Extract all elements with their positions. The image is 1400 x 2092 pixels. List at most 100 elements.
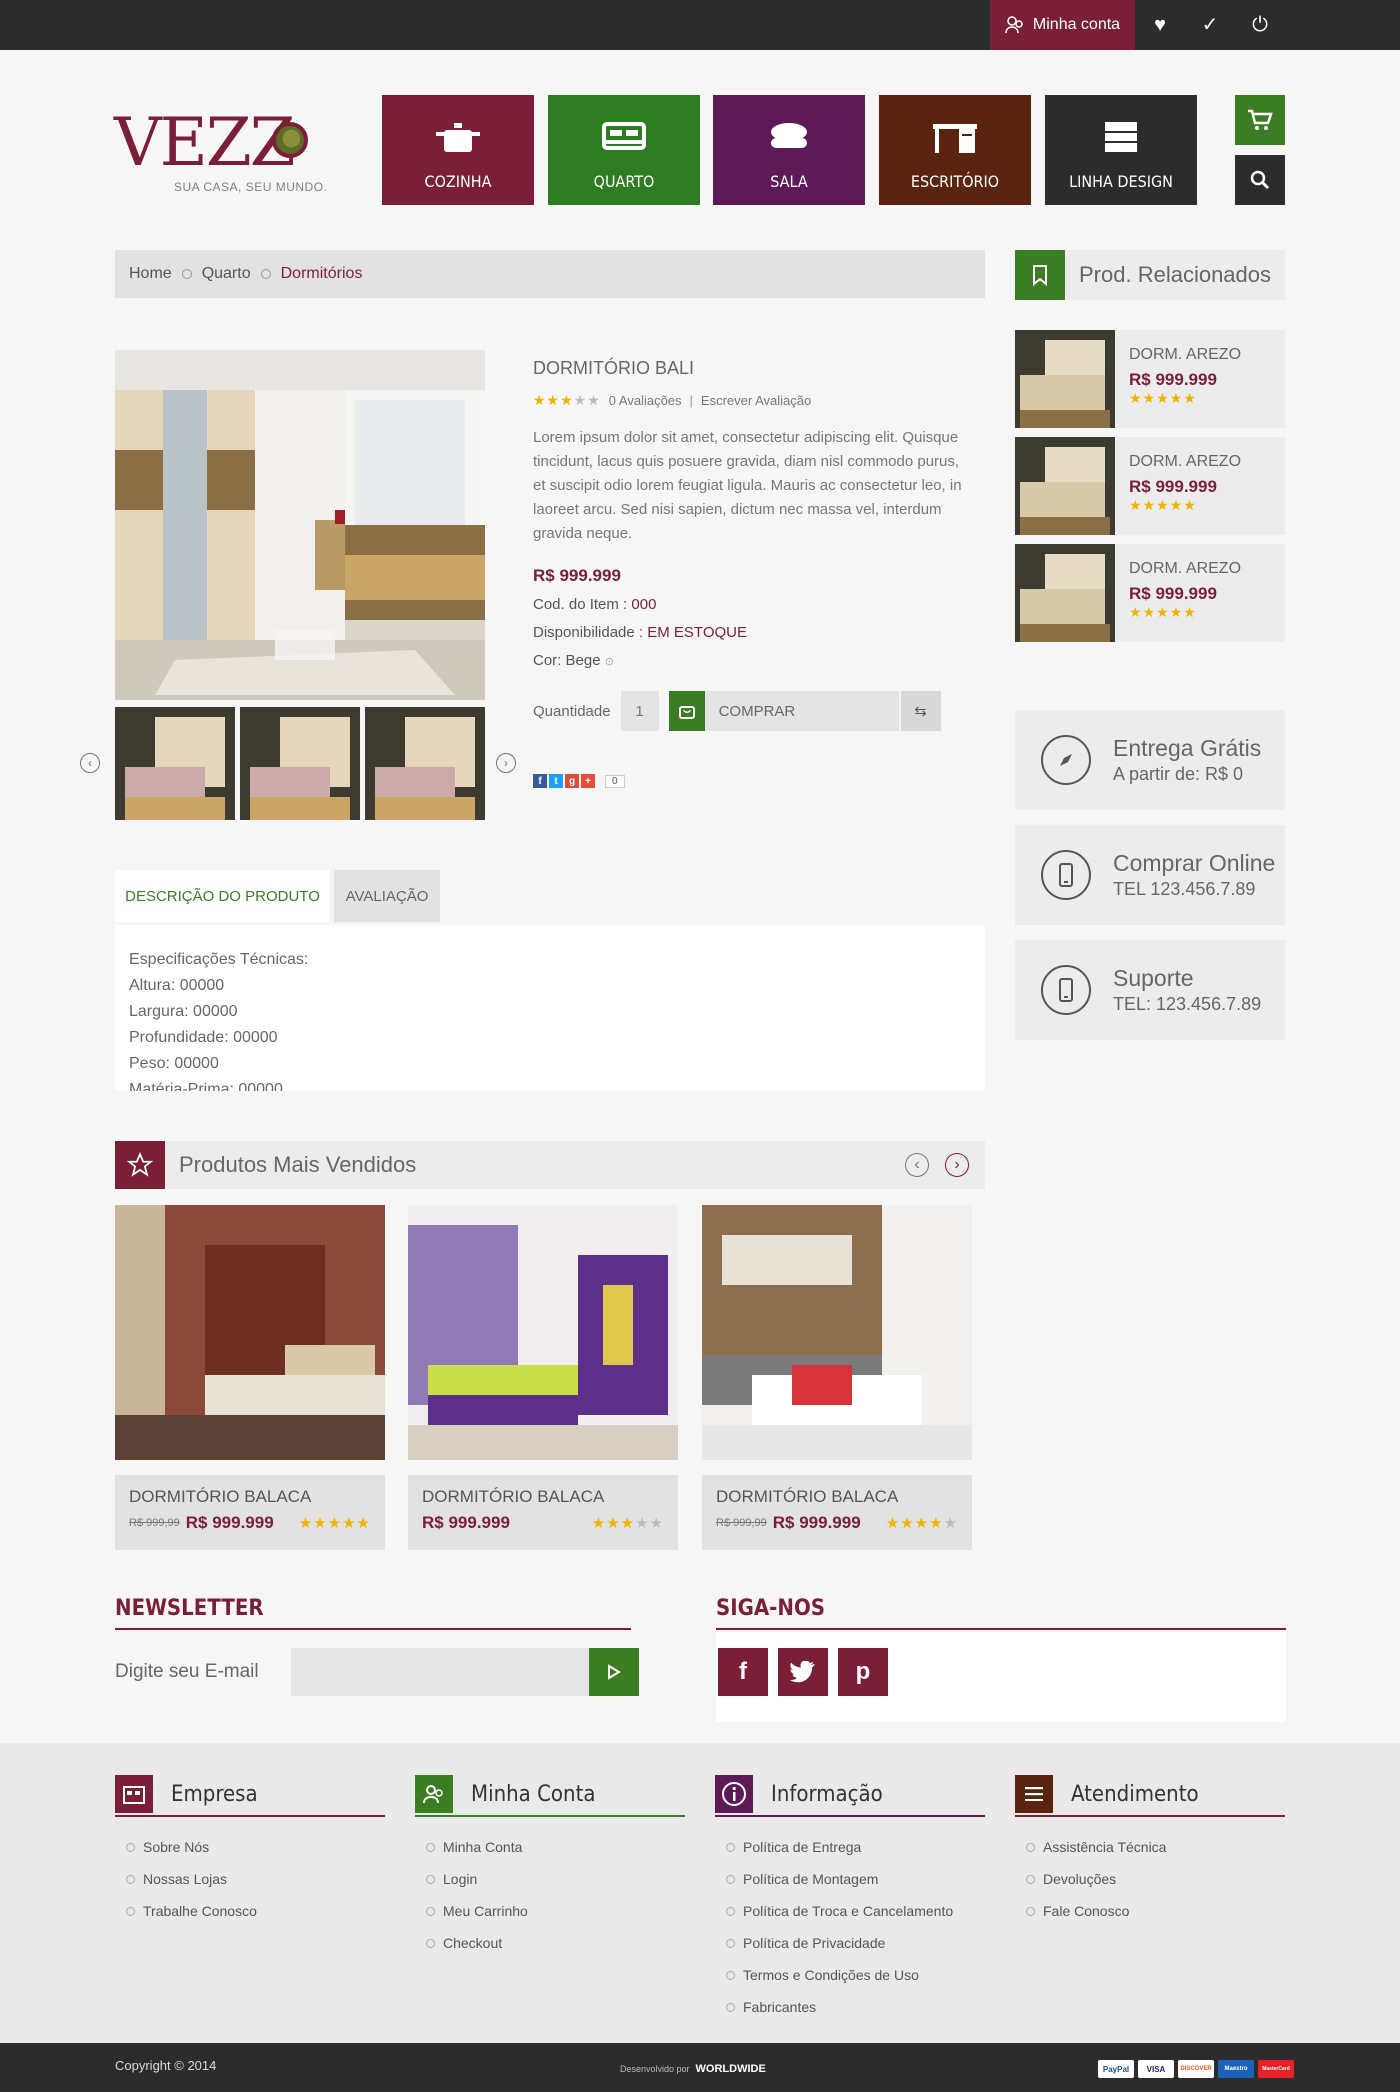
footer-link[interactable]: Sobre Nós [126,1831,385,1863]
bestseller-card[interactable]: DORMITÓRIO BALACA R$ 999,99 R$ 999.999 ★★★… [702,1205,972,1550]
power-icon[interactable]: ⏻ [1248,13,1272,37]
tab-review[interactable]: AVALIAÇÃO [334,870,440,922]
menu-icon [1015,1775,1053,1813]
bullet-icon [126,1842,135,1852]
reviews-count[interactable]: 0 Avaliações [609,393,682,408]
footer-link[interactable]: Fale Conosco [1026,1895,1285,1927]
category-escritorio[interactable]: ESCRITÓRIO [879,95,1031,205]
newsletter-email-input[interactable] [290,1648,589,1696]
footer-link[interactable]: Checkout [426,1927,685,1959]
breadcrumb-quarto[interactable]: Quarto [202,265,251,283]
footer-column-minha-conta: Minha Conta Minha Conta Login Meu Carrin… [415,1775,685,1959]
footer-link[interactable]: Assistência Técnica [1026,1831,1285,1863]
footer-link-label: Meu Carrinho [443,1903,528,1919]
footer-link[interactable]: Política de Troca e Cancelamento [726,1895,985,1927]
plus-share-icon[interactable]: + [581,774,595,788]
product-color[interactable]: Cor: Bege ⊙ [533,652,614,669]
facebook-share-icon[interactable]: f [533,774,547,788]
footer-link[interactable]: Termos e Condições de Uso [726,1959,985,1991]
bestsellers-prev-icon[interactable]: ‹ [905,1153,929,1177]
bestseller-name: DORMITÓRIO BALACA [716,1487,899,1506]
tab-description[interactable]: DESCRIÇÃO DO PRODUTO [115,870,330,922]
footer-link[interactable]: Minha Conta [426,1831,685,1863]
breadcrumb: Home Quarto Dormitórios [115,250,985,298]
category-label: SALA [770,172,808,191]
bestseller-old-price: R$ 999,99 [129,1517,180,1529]
developer-credit[interactable]: Desenvolvido por WORLDWIDE [620,2063,766,2075]
category-quarto[interactable]: QUARTO [548,95,700,205]
check-icon[interactable]: ✓ [1198,13,1222,37]
service-buy-online[interactable]: Comprar Online TEL 123.456.7.89 [1015,825,1285,925]
footer-link[interactable]: Nossas Lojas [126,1863,385,1895]
top-bar [0,0,1400,50]
pinterest-icon[interactable]: p [838,1648,888,1696]
product-thumbnail[interactable] [240,707,360,820]
footer-link[interactable]: Devoluções [1026,1863,1285,1895]
paypal-icon: PayPal [1098,2060,1134,2078]
write-review-link[interactable]: Escrever Avaliação [701,393,811,408]
twitter-icon[interactable] [778,1648,828,1696]
footer-link[interactable]: Política de Privacidade [726,1927,985,1959]
quantity-row: Quantidade 1 COMPRAR ⇆ [533,691,941,731]
phone-icon [1041,965,1091,1015]
category-sala[interactable]: SALA [713,95,865,205]
category-cozinha[interactable]: COZINHA [382,95,534,205]
googleplus-share-icon[interactable]: g [565,774,579,788]
product-main-image[interactable] [115,350,485,700]
product-rating-row: ★★★★★ 0 Avaliações | Escrever Avaliação [533,392,812,408]
bestseller-image [408,1205,678,1460]
footer-link[interactable]: Política de Entrega [726,1831,985,1863]
thumbnails-next-icon[interactable]: › [496,753,516,773]
category-linha-design[interactable]: LINHA DESIGN [1045,95,1197,205]
heart-icon[interactable]: ♥ [1148,13,1172,37]
newsletter-submit-button[interactable] [588,1648,639,1696]
service-support[interactable]: Suporte TEL: 123.456.7.89 [1015,940,1285,1040]
footer-link-label: Login [443,1871,478,1887]
twitter-share-icon[interactable]: t [549,774,563,788]
compare-icon[interactable]: ⇆ [900,691,941,731]
footer-link[interactable]: Política de Montagem [726,1863,985,1895]
related-item[interactable]: DORM. AREZO R$ 999.999 ★★★★★ [1015,544,1285,642]
product-availability: Disponibilidade : EM ESTOQUE [533,624,747,641]
users-icon [1005,16,1023,34]
play-icon [607,1664,621,1680]
buy-button[interactable]: COMPRAR [668,691,899,731]
product-rating-stars: ★★★★★ [533,392,601,408]
footer-link[interactable]: Meu Carrinho [426,1895,685,1927]
sofa-icon [771,123,807,148]
related-item[interactable]: DORM. AREZO R$ 999.999 ★★★★★ [1015,437,1285,535]
spec-line: Profundidade: 00000 [129,1029,278,1046]
bestseller-card[interactable]: DORMITÓRIO BALACA R$ 999,99 R$ 999.999 ★★★… [115,1205,385,1550]
related-name: DORM. AREZO [1129,453,1242,470]
cart-button[interactable] [1235,95,1285,145]
footer-link[interactable]: Trabalhe Conosco [126,1895,385,1927]
desk-icon [933,124,977,153]
footer-title: Empresa [171,1781,258,1807]
footer-divider [415,1815,685,1817]
quantity-input[interactable]: 1 [620,691,659,731]
visa-icon: VISA [1138,2060,1174,2078]
footer-link[interactable]: Login [426,1863,685,1895]
related-item[interactable]: DORM. AREZO R$ 999.999 ★★★★★ [1015,330,1285,428]
bestseller-card[interactable]: DORMITÓRIO BALACA R$ 999.999 ★★★★★ [408,1205,678,1550]
thumbnails-prev-icon[interactable]: ‹ [80,753,100,773]
bullet-icon [1026,1842,1035,1852]
newsletter-label: Digite seu E-mail [115,1661,259,1682]
bestseller-image [702,1205,972,1460]
footer-link[interactable]: Fabricantes [726,1991,985,2023]
breadcrumb-home[interactable]: Home [129,265,172,283]
bullet-icon [726,1874,735,1884]
product-description: Lorem ipsum dolor sit amet, consectetur … [533,429,962,542]
product-thumbnail[interactable] [115,707,235,820]
account-button[interactable]: Minha conta [990,0,1135,50]
search-button[interactable] [1235,155,1285,205]
bullet-icon [726,1906,735,1916]
logo[interactable]: VEZZ O SUA CASA, SEU MUNDO. [114,110,346,195]
search-icon [1250,170,1270,190]
bestsellers-next-icon[interactable]: › [945,1153,969,1177]
facebook-icon[interactable]: f [718,1648,768,1696]
availability-label: Disponibilidade : [533,624,644,641]
product-thumbnail[interactable] [365,707,485,820]
service-free-delivery[interactable]: Entrega Grátis A partir de: R$ 0 [1015,710,1285,810]
logo-tagline: SUA CASA, SEU MUNDO. [174,180,328,194]
